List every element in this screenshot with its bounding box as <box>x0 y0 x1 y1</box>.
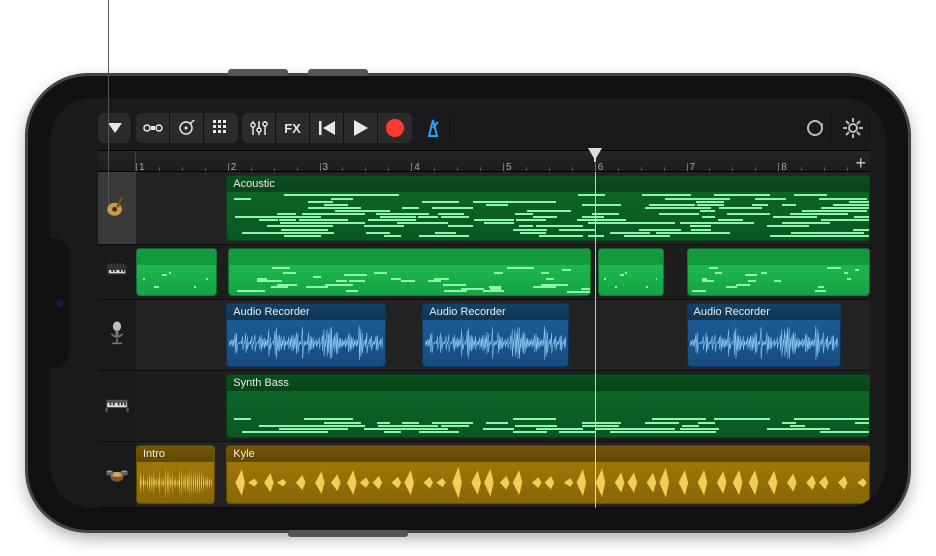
tracks-area: AcousticAudio RecorderAudio RecorderAudi… <box>98 172 870 508</box>
waveform <box>229 324 382 362</box>
fx-label: FX <box>284 121 301 136</box>
add-section-button[interactable]: + <box>855 153 866 174</box>
keyboard-icon <box>104 390 130 421</box>
waveform <box>690 324 838 362</box>
ruler-bar-6: 6 <box>595 163 604 171</box>
region[interactable]: Audio Recorder <box>422 303 569 367</box>
region[interactable]: Intro <box>136 445 215 504</box>
callout-leader-line <box>108 0 109 205</box>
ruler-bar-2: 2 <box>228 163 237 171</box>
region[interactable]: Audio Recorder <box>687 303 841 367</box>
track-row[interactable] <box>136 245 870 299</box>
grid-button[interactable] <box>204 113 238 143</box>
track-header-guitar-icon[interactable] <box>98 172 136 245</box>
track-headers <box>98 172 136 508</box>
ruler-bar-1: 1 <box>136 163 145 171</box>
ruler-bar-8: 8 <box>778 163 787 171</box>
track-row[interactable]: Audio Recorder Audio Recorder Audio Record… <box>136 300 870 371</box>
play-button[interactable] <box>344 113 378 143</box>
metronome-button[interactable] <box>416 113 450 143</box>
region[interactable]: Audio Recorder <box>226 303 385 367</box>
loop-button[interactable] <box>798 113 832 143</box>
screen: FX + 1 <box>50 98 886 508</box>
ruler-bar-7: 7 <box>687 163 696 171</box>
track-header-keyboard-icon[interactable] <box>98 371 136 442</box>
region-label: Intro <box>143 448 165 460</box>
region-label: Audio Recorder <box>233 306 309 318</box>
region-label: Audio Recorder <box>694 306 770 318</box>
piano-icon <box>104 257 130 288</box>
side-button <box>288 530 408 537</box>
track-row[interactable]: Synth Bass <box>136 371 870 442</box>
volume-up-button <box>228 69 288 76</box>
track-row[interactable]: Intro Kyle <box>136 442 870 508</box>
tracks-view-button[interactable] <box>136 113 170 143</box>
ruler-bar-5: 5 <box>503 163 512 171</box>
track-header-drums-icon[interactable] <box>98 442 136 508</box>
track-header-mic-icon[interactable] <box>98 300 136 371</box>
record-icon <box>386 119 404 137</box>
region-label: Audio Recorder <box>429 306 505 318</box>
region[interactable] <box>228 248 591 295</box>
waveform <box>139 464 212 501</box>
region[interactable]: Acoustic <box>226 175 870 241</box>
playhead-line <box>595 172 596 508</box>
settings-button[interactable] <box>836 113 870 143</box>
view-group <box>136 113 238 143</box>
region-label: Synth Bass <box>233 377 289 389</box>
mixer-button[interactable] <box>242 113 276 143</box>
track-header-piano-icon[interactable] <box>98 245 136 299</box>
rewind-button[interactable] <box>310 113 344 143</box>
waveform <box>229 464 867 501</box>
control-bar: FX <box>98 110 870 146</box>
transport-group: FX <box>242 113 412 143</box>
volume-down-button <box>308 69 368 76</box>
drums-icon <box>104 459 130 490</box>
tracks-timeline[interactable]: AcousticAudio RecorderAudio RecorderAudi… <box>136 172 870 508</box>
device-frame: FX + 1 <box>28 76 908 530</box>
region[interactable]: Synth Bass <box>226 374 870 438</box>
record-button[interactable] <box>378 113 412 143</box>
region[interactable] <box>136 248 217 295</box>
region[interactable]: Kyle <box>226 445 870 504</box>
browser-button[interactable] <box>98 113 132 143</box>
ruler-bar-3: 3 <box>320 163 329 171</box>
ruler-area[interactable]: + 1 2 3 4 5 6 7 8 <box>136 151 870 171</box>
ruler-bar-4: 4 <box>411 163 420 171</box>
track-row[interactable]: Acoustic <box>136 172 870 245</box>
mic-icon <box>104 319 130 350</box>
fx-button[interactable]: FX <box>276 113 310 143</box>
region[interactable] <box>598 248 664 295</box>
ruler-corner <box>98 151 136 171</box>
region-label: Kyle <box>233 448 254 460</box>
region-label: Acoustic <box>233 178 275 190</box>
device-notch <box>50 238 70 368</box>
waveform <box>425 324 566 362</box>
region[interactable] <box>687 248 871 295</box>
ruler[interactable]: + 1 2 3 4 5 6 7 8 <box>98 150 870 172</box>
instrument-button[interactable] <box>170 113 204 143</box>
playhead-marker-stem <box>594 148 596 162</box>
